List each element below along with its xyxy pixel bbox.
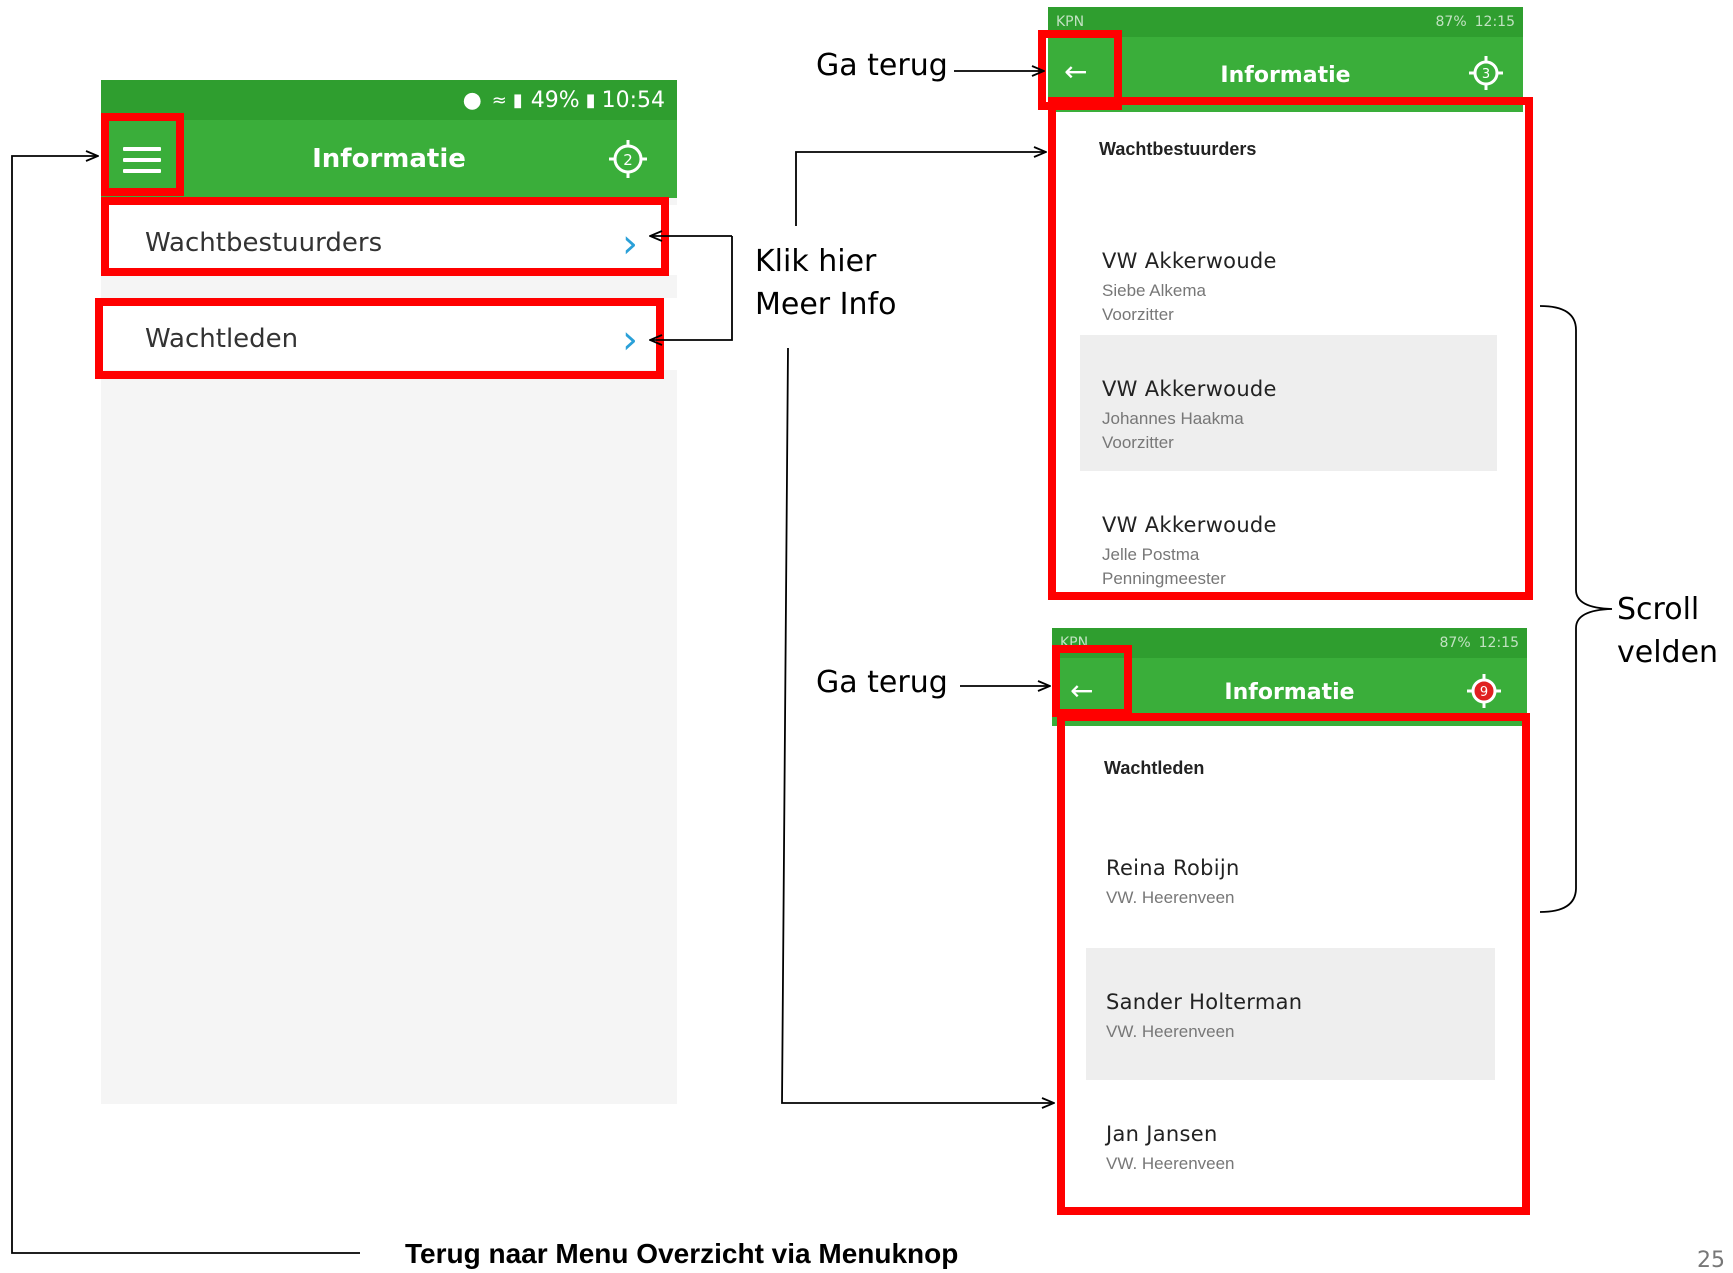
annotation-lines (11, 0, 1613, 1254)
